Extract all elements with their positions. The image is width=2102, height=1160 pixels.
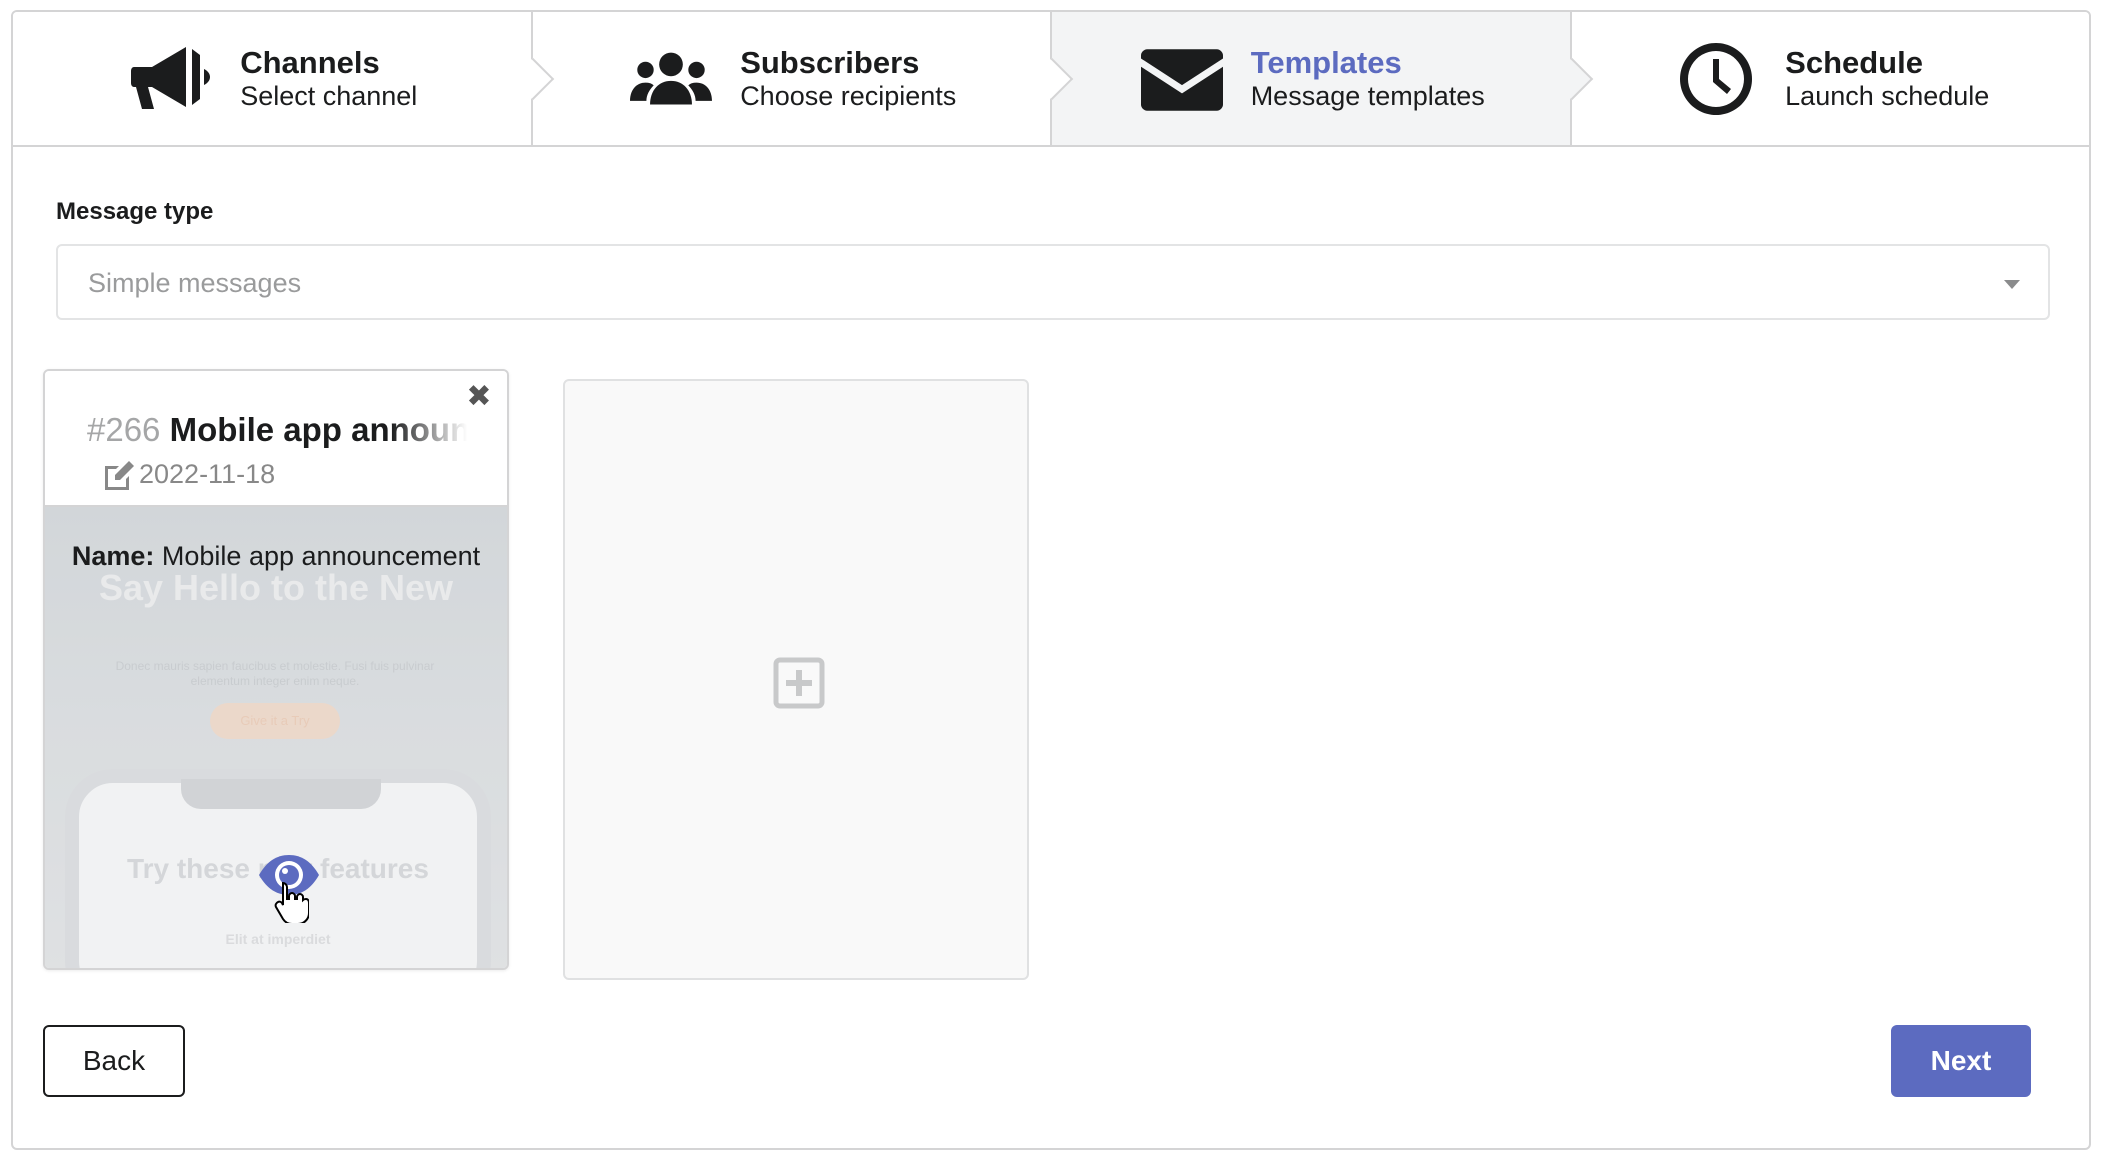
envelope-icon bbox=[1137, 39, 1227, 119]
template-name-label: Name: bbox=[71, 541, 155, 571]
back-button[interactable]: Back bbox=[43, 1025, 185, 1097]
step-channels[interactable]: Channels Select channel bbox=[13, 12, 554, 145]
next-button[interactable]: Next bbox=[1891, 1025, 2031, 1097]
step-description: Select channel bbox=[240, 80, 418, 111]
step-title: Schedule bbox=[1785, 44, 1923, 80]
plus-square-icon bbox=[773, 657, 825, 709]
step-schedule[interactable]: Schedule Launch schedule bbox=[1569, 12, 2089, 145]
clock-icon bbox=[1671, 39, 1761, 119]
add-template-tile[interactable] bbox=[563, 379, 1029, 980]
steps-bar: Channels Select channel Subscribers Choo… bbox=[13, 12, 2089, 147]
close-icon[interactable]: ✖ bbox=[463, 381, 495, 413]
step-description: Choose recipients bbox=[740, 80, 957, 111]
step-title: Templates bbox=[1250, 44, 1402, 80]
step-description: Message templates bbox=[1250, 80, 1485, 111]
step-description: Launch schedule bbox=[1785, 80, 1990, 111]
message-type-value: Simple messages bbox=[88, 268, 302, 298]
caret-down-icon bbox=[2004, 280, 2020, 289]
template-name-value: Mobile app announcement bbox=[161, 541, 481, 571]
pointer-hand-icon bbox=[273, 881, 310, 925]
message-type-label: Message type bbox=[56, 198, 214, 225]
template-number: #266 bbox=[87, 411, 161, 448]
megaphone-icon bbox=[126, 39, 216, 119]
step-title: Subscribers bbox=[740, 44, 920, 80]
template-card-title: #266 Mobile app announcement bbox=[87, 411, 467, 449]
step-subscribers[interactable]: Subscribers Choose recipients bbox=[530, 12, 1074, 145]
edit-icon bbox=[105, 460, 134, 490]
template-name-line: Name: Mobile app announcement bbox=[45, 541, 507, 572]
template-card-header: #266 Mobile app announcement 2022-11-18 … bbox=[45, 371, 507, 507]
users-icon bbox=[626, 39, 716, 119]
template-date-text: 2022-11-18 bbox=[139, 459, 276, 489]
step-title: Channels bbox=[240, 44, 380, 80]
step-templates[interactable]: Templates Message templates bbox=[1050, 12, 1593, 145]
message-type-select[interactable]: Simple messages bbox=[56, 244, 2050, 320]
template-preview: Say Hello to the New Donec mauris sapien… bbox=[45, 507, 507, 968]
template-title: Mobile app announcement bbox=[169, 411, 467, 448]
template-card[interactable]: #266 Mobile app announcement 2022-11-18 … bbox=[43, 369, 509, 970]
template-date: 2022-11-18 bbox=[103, 459, 275, 490]
